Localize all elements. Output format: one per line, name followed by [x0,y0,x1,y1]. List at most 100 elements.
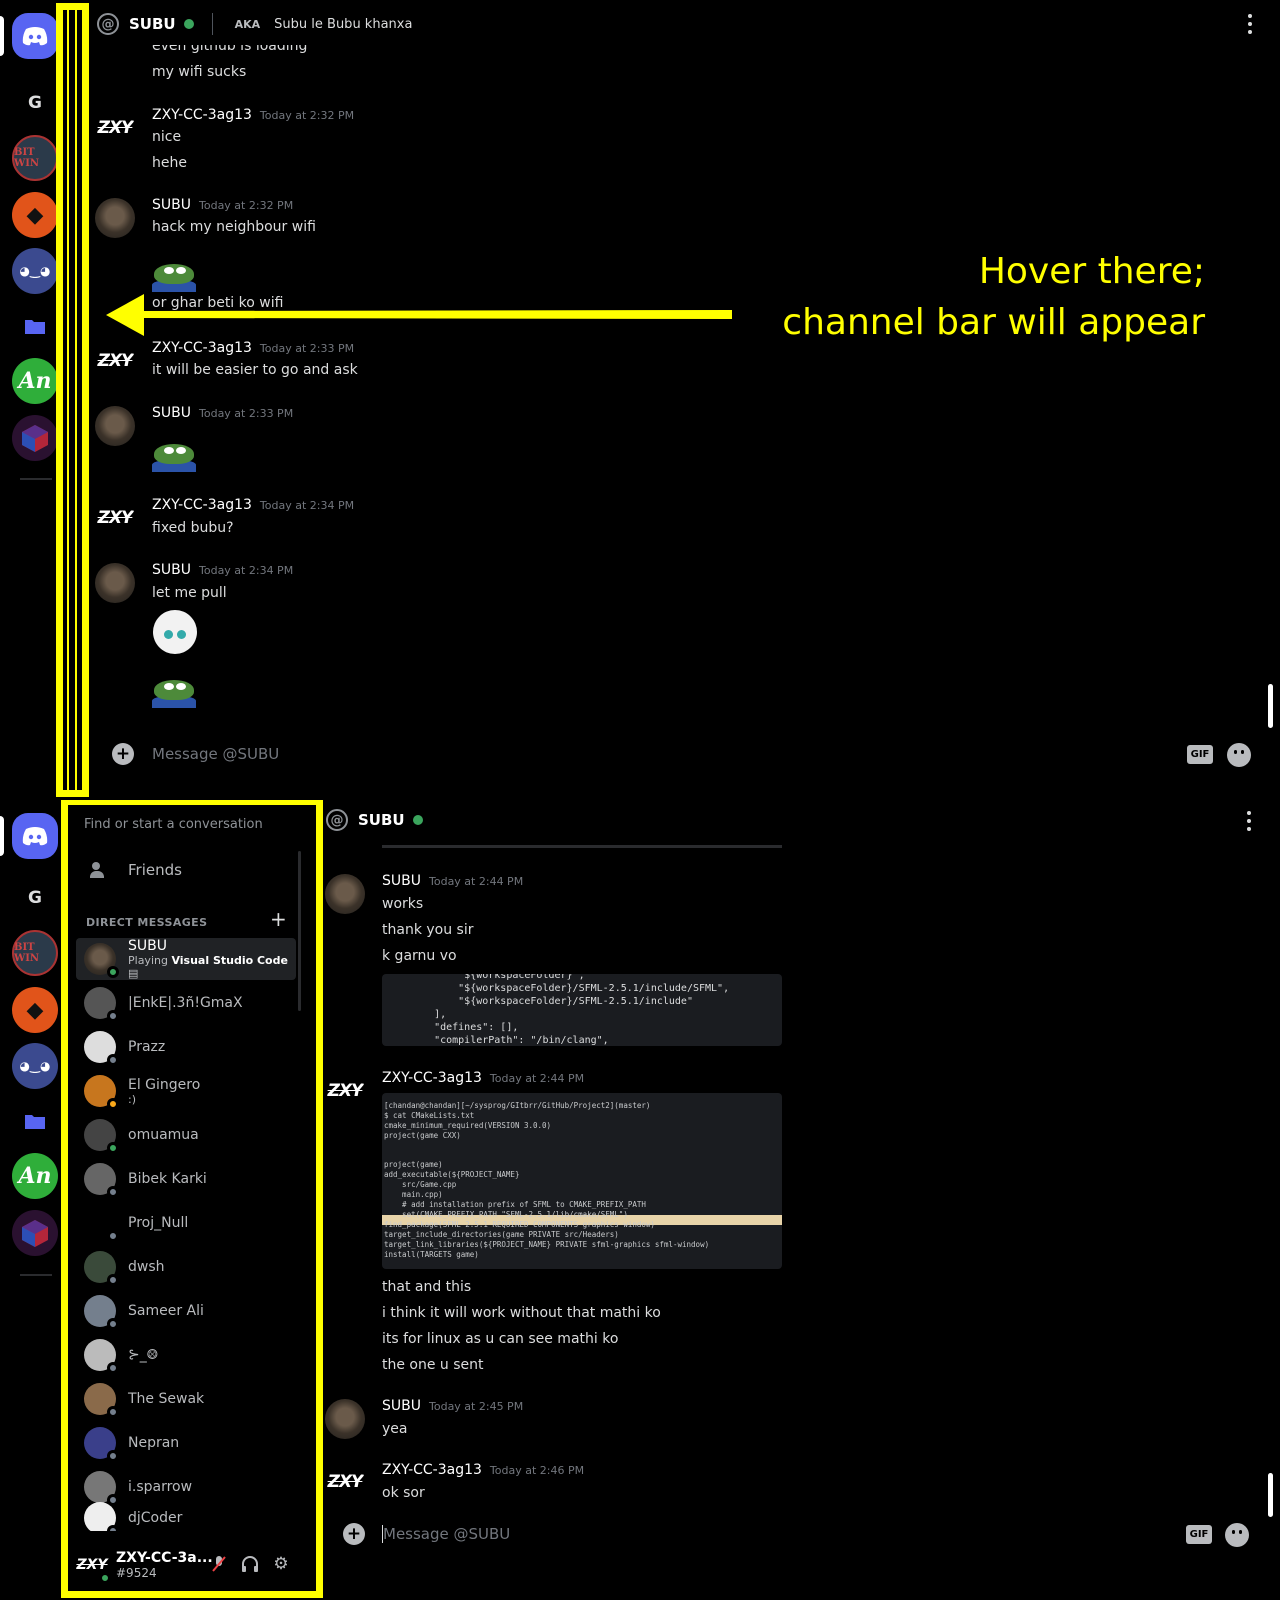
anime-icon: ◕‿◕ [19,1059,51,1073]
message-author[interactable]: ZXY-CC-3ag13 Today at 2:46 PM [382,1462,584,1478]
avatar[interactable] [325,874,365,914]
message-input-bar: + [112,732,134,776]
server-folder[interactable] [12,1098,58,1144]
message-line: ok sor [382,1485,425,1501]
message-author[interactable]: ZXY-CC-3ag13 Today at 2:34 PM [152,497,354,513]
avatar[interactable]: ZXY [95,108,135,148]
annotation-arrow-icon [106,294,732,336]
message-author[interactable]: ZXY-CC-3ag13 Today at 2:44 PM [382,1070,584,1086]
message-line: hehe [152,155,187,171]
avatar[interactable]: ZXY [95,341,135,381]
message-line: hack my neighbour wifi [152,219,316,235]
server-cube[interactable] [12,1210,58,1256]
message-input[interactable]: Message @SUBU [152,745,279,763]
chat-header: @ SUBU [326,800,423,844]
anime-girl-emoji-icon [153,610,197,654]
top-screenshot-panel: G BIT WIN ◆ ◕‿◕ An @ SUBU AKA Subu le Bu… [0,0,1280,800]
message-input-bar: + [343,1512,365,1556]
avatar[interactable] [95,406,135,446]
message-line: let me pull [152,585,227,601]
message-author[interactable]: ZXY-CC-3ag13 Today at 2:32 PM [152,107,354,123]
discord-logo-icon [22,827,48,846]
message-line: nice [152,129,182,145]
message-line: thank you sir [382,922,474,938]
dragon-icon: ◆ [26,202,44,228]
message-line: works [382,896,424,912]
server-anime[interactable]: ◕‿◕ [12,248,58,294]
annotation-text: Hover there; channel bar will appear [782,251,1205,343]
cube-icon [22,425,48,452]
server-orange-dragon[interactable]: ◆ [12,192,58,238]
active-server-indicator [0,16,4,56]
emoji-picker-icon[interactable] [1227,743,1251,767]
more-options-icon[interactable] [1247,14,1253,34]
server-folder[interactable] [12,303,58,349]
folder-icon [25,320,45,334]
message-timestamp: Today at 2:34 PM [259,499,355,512]
avatar[interactable]: ZXY [95,498,135,538]
message-author[interactable]: SUBU Today at 2:33 PM [152,405,293,421]
discord-home-button[interactable] [12,813,58,859]
channel-name: SUBU [129,15,176,33]
avatar[interactable]: ZXY [325,1071,365,1111]
server-anime[interactable]: ◕‿◕ [12,1043,58,1089]
server-bit-win[interactable]: BIT WIN [12,135,58,181]
pepe-emoji-icon [152,678,198,708]
message-author[interactable]: SUBU Today at 2:34 PM [152,562,293,578]
message-line: it will be easier to go and ask [152,362,358,378]
message-timestamp: Today at 2:32 PM [199,199,294,212]
avatar[interactable] [95,563,135,603]
avatar[interactable] [95,198,135,238]
server-rail: G BIT WIN ◆ ◕‿◕ An [0,800,70,1600]
avatar[interactable] [325,1399,365,1439]
message-divider [382,845,782,848]
online-status-icon [412,815,423,825]
server-an[interactable]: An [12,1153,58,1199]
header-divider [211,13,213,35]
gif-button[interactable]: GIF [1187,745,1213,764]
more-options-icon[interactable] [1246,811,1252,831]
message-timestamp: Today at 2:32 PM [259,109,355,122]
server-g[interactable]: G [12,80,58,126]
bottom-screenshot-panel: G BIT WIN ◆ ◕‿◕ An Find or start a conve… [0,800,1280,1600]
message-timestamp: Today at 2:34 PM [199,564,294,577]
cube-icon [22,1220,48,1247]
message-input[interactable]: Message @SUBU [383,1525,510,1543]
message-timestamp: Today at 2:46 PM [489,1464,585,1477]
discord-home-button[interactable] [12,13,58,59]
message-timestamp: Today at 2:44 PM [489,1072,585,1085]
message-timestamp: Today at 2:33 PM [199,407,294,420]
aka-name: Subu le Bubu khanxa [274,16,413,32]
server-orange-dragon[interactable]: ◆ [12,987,58,1033]
yellow-highlight-box [61,800,323,1598]
channel-name: SUBU [358,811,405,829]
server-bit-win[interactable]: BIT WIN [12,930,58,976]
gif-button[interactable]: GIF [1186,1525,1212,1544]
scrollbar-thumb[interactable] [1268,684,1273,728]
server-separator [20,478,52,480]
terminal-screenshot-image[interactable]: [chandan@chandan][~/sysprog/GItbrr/GitHu… [382,1093,782,1269]
message-timestamp: Today at 2:33 PM [259,342,355,355]
emoji-picker-icon[interactable] [1225,1523,1249,1547]
message-author[interactable]: SUBU Today at 2:32 PM [152,197,293,213]
message-author[interactable]: ZXY-CC-3ag13 Today at 2:33 PM [152,340,354,356]
scrollbar-thumb[interactable] [1268,1473,1273,1517]
pepe-emoji-icon [152,442,198,472]
message-line: its for linux as u can see mathi ko [382,1331,619,1347]
attach-plus-button[interactable]: + [343,1523,365,1545]
server-an[interactable]: An [12,358,58,404]
code-screenshot-image[interactable]: "${workspaceFolder}", "${workspaceFolder… [382,974,782,1046]
server-g[interactable]: G [12,875,58,921]
server-cube[interactable] [12,415,58,461]
message-line: i think it will work without that mathi … [382,1305,661,1321]
avatar[interactable]: ZXY [325,1462,365,1502]
message-author[interactable]: SUBU Today at 2:44 PM [382,873,523,889]
active-server-indicator [0,816,4,856]
folder-icon [25,1115,45,1129]
message-author[interactable]: SUBU Today at 2:45 PM [382,1398,523,1414]
message-line: my wifi sucks [152,64,247,80]
server-separator [20,1274,52,1276]
code-text: "${workspaceFolder}", "${workspaceFolder… [434,974,730,1046]
attach-plus-button[interactable]: + [112,743,134,765]
anime-icon: ◕‿◕ [19,264,51,278]
